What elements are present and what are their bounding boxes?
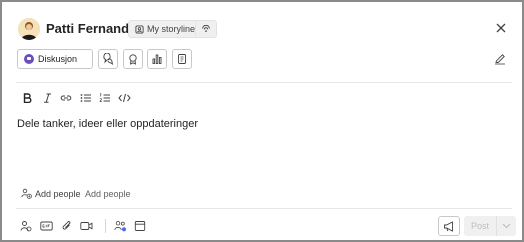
numbered-list-icon: [99, 93, 110, 102]
code-button[interactable]: [117, 91, 131, 105]
attach-file-button[interactable]: [59, 219, 73, 233]
post-options-dropdown[interactable]: [497, 223, 516, 229]
article-icon: [178, 54, 186, 64]
discussion-icon: [24, 54, 34, 64]
article-type-button[interactable]: [172, 49, 192, 69]
video-icon: [79, 222, 92, 230]
add-people-input[interactable]: Add people: [85, 189, 131, 199]
calendar-icon: [134, 221, 146, 231]
header-divider: [16, 82, 512, 83]
footer-divider: [16, 208, 512, 209]
link-button[interactable]: [59, 91, 73, 105]
mention-people-button[interactable]: [19, 219, 33, 233]
announcement-button[interactable]: [438, 216, 460, 236]
post-button[interactable]: Post: [464, 216, 516, 236]
gif-icon: [39, 221, 53, 231]
team-icon: [113, 221, 126, 232]
team-people-button[interactable]: [113, 219, 127, 233]
add-people-icon: [21, 188, 32, 199]
storyline-icon: [135, 24, 144, 34]
bold-button[interactable]: [20, 91, 34, 105]
avatar: [18, 18, 40, 40]
italic-button[interactable]: [40, 91, 54, 105]
add-people-button[interactable]: Add people: [35, 189, 81, 199]
post-type-label: Diskusjon: [38, 54, 78, 64]
gif-button[interactable]: [39, 219, 53, 233]
storyline-audience-button[interactable]: My storyline: [128, 20, 203, 38]
post-label: Post: [470, 221, 489, 231]
people-icon: [20, 221, 32, 232]
paperclip-icon: [62, 221, 70, 230]
format-toggle-button[interactable]: [492, 51, 508, 67]
bullet-list-icon: [80, 94, 91, 102]
numbered-list-button[interactable]: [98, 91, 112, 105]
toolbar-separator: [105, 219, 106, 233]
close-icon: [496, 23, 506, 33]
compose-post-dialog: Patti Fernandez My storyline Diskusjon D…: [0, 0, 524, 242]
italic-icon: [43, 93, 51, 103]
bullet-list-button[interactable]: [79, 91, 93, 105]
chevron-down-icon: [502, 223, 511, 229]
poll-icon: [152, 54, 162, 64]
pen-format-icon: [495, 54, 505, 65]
post-type-dropdown[interactable]: Diskusjon: [17, 49, 93, 69]
question-type-button[interactable]: [98, 49, 118, 69]
visibility-button[interactable]: [195, 20, 217, 38]
praise-type-button[interactable]: [123, 49, 143, 69]
person-avatar-icon: [18, 18, 40, 40]
praise-badge-icon: [129, 54, 137, 65]
question-icon: [103, 53, 114, 65]
close-button[interactable]: [492, 19, 510, 37]
megaphone-icon: [444, 220, 453, 232]
link-icon: [60, 95, 72, 101]
storyline-label: My storyline: [147, 24, 196, 34]
poll-type-button[interactable]: [147, 49, 167, 69]
video-button[interactable]: [79, 219, 93, 233]
schedule-button[interactable]: [133, 219, 147, 233]
broadcast-icon: [202, 25, 210, 32]
bold-icon: [23, 93, 31, 103]
code-icon: [117, 93, 131, 103]
post-body-editor[interactable]: Dele tanker, ideer eller oppdateringer: [17, 118, 497, 178]
